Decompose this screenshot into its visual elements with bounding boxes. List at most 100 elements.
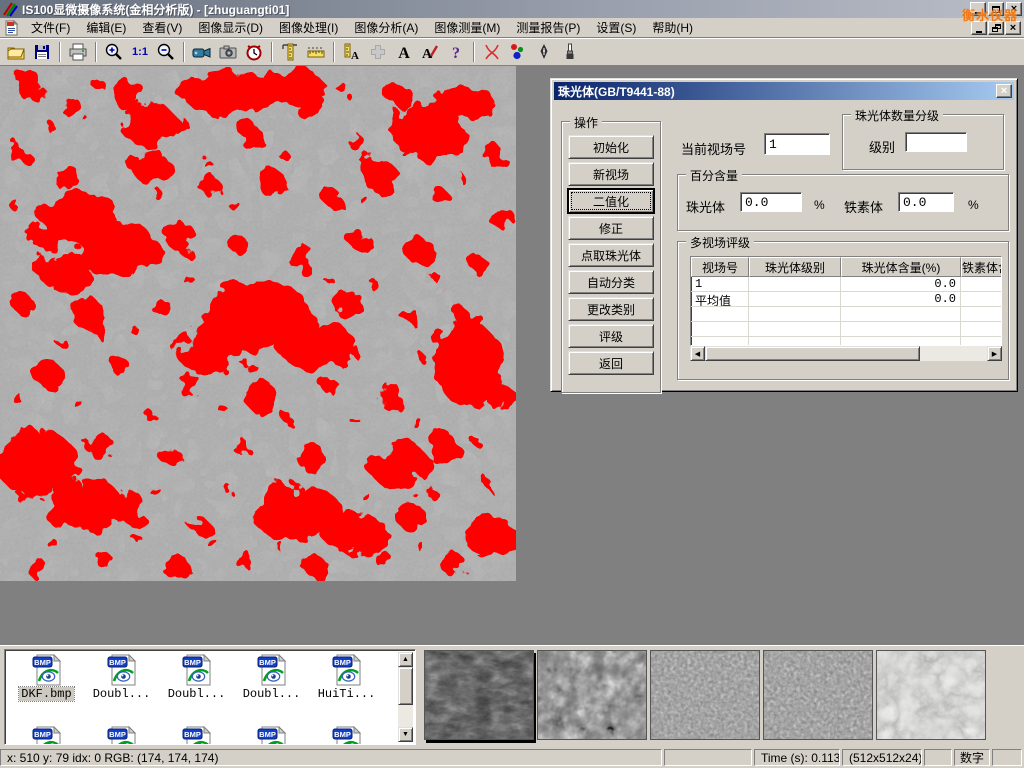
scrollbar-thumb[interactable] — [705, 346, 920, 361]
menu-image-analysis[interactable]: 图像分析(A) — [346, 17, 426, 39]
pattern-grid-icon — [368, 42, 388, 62]
header-pearlite-grade[interactable]: 珠光体级别 — [749, 257, 841, 277]
table-horizontal-scrollbar[interactable]: ◀ ▶ — [690, 346, 1002, 361]
file-item[interactable] — [234, 726, 309, 745]
file-name[interactable]: DKF.bmp — [19, 687, 73, 701]
scroll-left-button[interactable]: ◀ — [690, 346, 705, 361]
save-button[interactable] — [29, 40, 55, 64]
brush-tool-button[interactable] — [557, 40, 583, 64]
actual-size-button[interactable]: 1:1 — [127, 40, 153, 64]
menu-settings[interactable]: 设置(S) — [588, 17, 644, 39]
file-item[interactable]: Doubl... — [159, 654, 234, 701]
rating-group-label: 多视场评级 — [686, 234, 754, 251]
init-button[interactable]: 初始化 — [568, 135, 654, 159]
micrograph-image[interactable] — [0, 66, 516, 581]
grade-input[interactable] — [905, 132, 967, 152]
table-row[interactable]: 1 0.0 — [691, 277, 1001, 292]
file-name[interactable]: Doubl... — [166, 687, 228, 701]
auto-classify-button[interactable]: 自动分类 — [568, 270, 654, 294]
file-item[interactable] — [84, 726, 159, 745]
file-list-scrollbar[interactable]: ▲ ▼ — [398, 652, 413, 742]
print-button[interactable] — [65, 40, 91, 64]
rate-button[interactable]: 评级 — [568, 324, 654, 348]
count-tool-button[interactable] — [505, 40, 531, 64]
mdi-restore-button[interactable] — [988, 21, 1004, 35]
cell-pearlite-grade — [749, 292, 841, 307]
ferrite-percent-input[interactable] — [898, 192, 954, 212]
edit-text-button[interactable]: A — [417, 40, 443, 64]
file-name[interactable]: HuiTi... — [316, 687, 378, 701]
caliper-icon — [280, 42, 300, 62]
help-button[interactable]: ? — [443, 40, 469, 64]
toolbar-separator — [95, 42, 97, 62]
maximize-button[interactable] — [988, 2, 1004, 16]
open-button[interactable] — [3, 40, 29, 64]
title-bar[interactable]: IS100显微摄像系统(金相分析版) - [zhuguangti01] × — [0, 0, 1024, 18]
cell-field-no: 平均值 — [691, 292, 749, 307]
file-name[interactable]: Doubl... — [91, 687, 153, 701]
rating-table[interactable]: 视场号 珠光体级别 珠光体含量(%) 铁素体含量(%) 1 0.0 — [690, 256, 1002, 346]
ferrite-label: 铁素体 — [844, 197, 883, 216]
caliper-button[interactable] — [277, 40, 303, 64]
menu-help[interactable]: 帮助(H) — [644, 17, 701, 39]
menu-edit[interactable]: 编辑(E) — [78, 17, 134, 39]
sample-thumbnail-5[interactable] — [876, 650, 986, 740]
file-name[interactable]: Doubl... — [241, 687, 303, 701]
measure-text-button[interactable]: A — [339, 40, 365, 64]
file-item[interactable]: Doubl... — [84, 654, 159, 701]
return-button[interactable]: 返回 — [568, 351, 654, 375]
sample-thumbnail-1[interactable] — [424, 650, 534, 740]
camera-capture-button[interactable] — [215, 40, 241, 64]
timer-button[interactable] — [241, 40, 267, 64]
file-item[interactable]: DKF.bmp — [9, 654, 84, 701]
minimize-button[interactable] — [970, 2, 986, 16]
sample-thumbnail-2[interactable] — [537, 650, 647, 740]
menu-image-display[interactable]: 图像显示(D) — [190, 17, 271, 39]
table-row[interactable]: 平均值 0.0 — [691, 292, 1001, 307]
percent-group: 百分含量 珠光体 % 铁素体 % — [677, 174, 1009, 231]
header-field-no[interactable]: 视场号 — [691, 257, 749, 277]
measure-text-icon: A — [342, 42, 362, 62]
menu-image-processing[interactable]: 图像处理(I) — [271, 17, 346, 39]
scroll-down-button[interactable]: ▼ — [398, 727, 413, 742]
sample-thumbnail-4[interactable] — [763, 650, 873, 740]
header-ferrite-content[interactable]: 铁素体含量(%) — [961, 257, 1002, 277]
svg-text:?: ? — [452, 45, 460, 62]
text-button[interactable]: A — [391, 40, 417, 64]
change-class-button[interactable]: 更改类别 — [568, 297, 654, 321]
correct-button[interactable]: 修正 — [568, 216, 654, 240]
menu-report[interactable]: 测量报告(P) — [508, 17, 588, 39]
current-view-input[interactable] — [764, 133, 830, 155]
curve-tool-button[interactable] — [479, 40, 505, 64]
zoom-out-button[interactable] — [153, 40, 179, 64]
file-item[interactable]: Doubl... — [234, 654, 309, 701]
dialog-close-button[interactable]: × — [996, 84, 1012, 98]
close-button[interactable]: × — [1006, 2, 1022, 16]
scroll-up-button[interactable]: ▲ — [398, 652, 413, 667]
scrollbar-thumb[interactable] — [398, 667, 413, 705]
dialog-title-bar[interactable]: 珠光体(GB/T9441-88) × — [554, 82, 1014, 100]
binarize-button[interactable]: 二值化 — [568, 189, 654, 213]
menu-file[interactable]: 文件(F) — [23, 17, 78, 39]
mdi-close-button[interactable]: × — [1005, 21, 1021, 35]
pen-tool-button[interactable] — [531, 40, 557, 64]
video-capture-button[interactable] — [189, 40, 215, 64]
scroll-right-button[interactable]: ▶ — [987, 346, 1002, 361]
pick-pearlite-button[interactable]: 点取珠光体 — [568, 243, 654, 267]
new-field-button[interactable]: 新视场 — [568, 162, 654, 186]
clock-icon — [244, 42, 264, 62]
header-pearlite-content[interactable]: 珠光体含量(%) — [841, 257, 961, 277]
menu-image-measure[interactable]: 图像测量(M) — [426, 17, 508, 39]
zoom-in-button[interactable] — [101, 40, 127, 64]
mdi-minimize-button[interactable] — [971, 21, 987, 35]
file-item[interactable]: HuiTi... — [309, 654, 384, 701]
file-list[interactable]: DKF.bmp Doubl... Doubl... Doubl... HuiTi… — [4, 649, 416, 745]
ruler-button[interactable] — [303, 40, 329, 64]
sample-thumbnail-3[interactable] — [650, 650, 760, 740]
file-item[interactable] — [9, 726, 84, 745]
file-item[interactable] — [159, 726, 234, 745]
file-item[interactable] — [309, 726, 384, 745]
menu-view[interactable]: 查看(V) — [134, 17, 190, 39]
pattern-button[interactable] — [365, 40, 391, 64]
pearlite-percent-input[interactable] — [740, 192, 802, 212]
